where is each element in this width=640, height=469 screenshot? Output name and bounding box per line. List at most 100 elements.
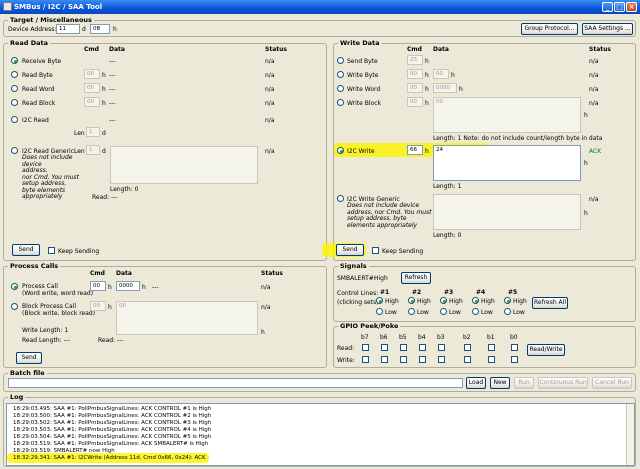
log-area[interactable]: 18:29:03.495: SAA #1: PollPmbusSignalLin… bbox=[6, 403, 635, 466]
read-byte-cmd-suffix: h bbox=[102, 72, 106, 79]
line-5-high-radio[interactable] bbox=[504, 297, 511, 304]
write-block-data[interactable]: 00 bbox=[433, 97, 581, 133]
close-button[interactable]: × bbox=[626, 2, 637, 12]
write-block-data-suffix: h bbox=[584, 112, 588, 119]
write-send-button[interactable]: Send bbox=[336, 244, 364, 256]
gpio-write-b5[interactable] bbox=[400, 356, 407, 363]
send-byte-cmd[interactable]: 23 bbox=[407, 55, 423, 65]
line-3-high-radio[interactable] bbox=[440, 297, 447, 304]
i2c-read-len-input[interactable]: 1 bbox=[86, 127, 100, 137]
cancel-run-button[interactable]: Cancel Run bbox=[592, 377, 632, 389]
signals-group: Signals SMBALERT#: High Refresh Control … bbox=[333, 262, 636, 322]
generic-len-input[interactable]: 1 bbox=[86, 145, 100, 155]
bc-data-area[interactable]: 00 bbox=[116, 301, 258, 335]
write-word-radio[interactable] bbox=[337, 85, 344, 92]
read-byte-radio[interactable] bbox=[11, 71, 18, 78]
minimize-button[interactable]: _ bbox=[602, 2, 613, 12]
write-byte-radio[interactable] bbox=[337, 71, 344, 78]
gpio-write-b1[interactable] bbox=[488, 356, 495, 363]
read-send-button[interactable]: Send bbox=[12, 244, 40, 256]
read-generic-data-area[interactable] bbox=[110, 146, 258, 184]
batch-new-button[interactable]: New bbox=[490, 377, 510, 389]
receive-byte-radio[interactable] bbox=[11, 57, 18, 64]
group-protocol-button[interactable]: Group Protocol... bbox=[521, 23, 578, 35]
read-length: Read Length: --- bbox=[22, 337, 71, 344]
line-2-low-radio[interactable] bbox=[408, 308, 415, 315]
refresh-button[interactable]: Refresh bbox=[401, 272, 431, 284]
write-word-data[interactable]: 0000 bbox=[433, 83, 457, 93]
gpio-write-label: Write: bbox=[337, 357, 355, 364]
line-4-high-radio[interactable] bbox=[472, 297, 479, 304]
gpio-write-b0[interactable] bbox=[511, 356, 518, 363]
write-byte-cmd[interactable]: 00 bbox=[407, 69, 423, 79]
gpio-b1: b1 bbox=[487, 334, 495, 341]
gpio-write-b4[interactable] bbox=[419, 356, 426, 363]
pc-data-input[interactable]: 0000 bbox=[116, 281, 140, 291]
read-block-radio[interactable] bbox=[11, 99, 18, 106]
i2c-read-radio[interactable] bbox=[11, 116, 18, 123]
gpio-read-b0[interactable] bbox=[511, 344, 518, 351]
gpio-read-b3[interactable] bbox=[438, 344, 445, 351]
i2c-write-radio[interactable] bbox=[337, 147, 344, 154]
write-word-cmd[interactable]: 00 bbox=[407, 83, 423, 93]
gpio-write-b3[interactable] bbox=[438, 356, 445, 363]
line-1-high-radio[interactable] bbox=[376, 297, 383, 304]
log-scrollbar[interactable] bbox=[626, 404, 634, 465]
process-send-button[interactable]: Send bbox=[16, 352, 42, 364]
i2c-write-cmd[interactable]: 66 bbox=[407, 145, 423, 155]
read-generic-length: Length: 0 bbox=[110, 186, 139, 193]
write-word-label: Write Word bbox=[347, 86, 381, 93]
i2c-read-generic-radio[interactable] bbox=[11, 147, 18, 154]
read-word-radio[interactable] bbox=[11, 85, 18, 92]
line-3-label: #3 bbox=[444, 289, 454, 296]
line-2-high-radio[interactable] bbox=[408, 297, 415, 304]
line-4-label: #4 bbox=[476, 289, 486, 296]
read-word-cmd[interactable]: 00 bbox=[84, 83, 100, 93]
line-4-low-radio[interactable] bbox=[472, 308, 479, 315]
read-byte-cmd[interactable]: 00 bbox=[84, 69, 100, 79]
read-byte-data: --- bbox=[109, 72, 116, 79]
gpio-read-b2[interactable] bbox=[464, 344, 471, 351]
process-call-label: Process Call bbox=[22, 283, 58, 290]
batch-file-input[interactable] bbox=[8, 378, 463, 388]
saa-settings-button[interactable]: SAA Settings ... bbox=[582, 23, 633, 35]
bc-cmd-input[interactable]: 00 bbox=[90, 301, 106, 311]
gpio-read-b4[interactable] bbox=[419, 344, 426, 351]
continuous-run-button[interactable]: Continuous Run bbox=[538, 377, 588, 389]
write-block-label: Write Block bbox=[347, 100, 381, 107]
read-keep-sending-checkbox[interactable] bbox=[48, 247, 55, 254]
i2c-write-generic-radio[interactable] bbox=[337, 195, 344, 202]
batch-run-button[interactable]: Run bbox=[514, 377, 534, 389]
line-5-low-radio[interactable] bbox=[504, 308, 511, 315]
write-generic-data[interactable] bbox=[433, 194, 581, 230]
line-3-low-radio[interactable] bbox=[440, 308, 447, 315]
send-byte-radio[interactable] bbox=[337, 57, 344, 64]
process-call-radio[interactable] bbox=[11, 283, 18, 290]
maximize-button[interactable]: □ bbox=[614, 2, 625, 12]
line-4-low-label: Low bbox=[481, 309, 493, 316]
line-1-low-radio[interactable] bbox=[376, 308, 383, 315]
gpio-read-b5[interactable] bbox=[400, 344, 407, 351]
write-block-radio[interactable] bbox=[337, 99, 344, 106]
batch-load-button[interactable]: Load bbox=[466, 377, 486, 389]
gpio-read-b1[interactable] bbox=[488, 344, 495, 351]
write-block-cmd[interactable]: 00 bbox=[407, 97, 423, 107]
bc-data-suffix: h bbox=[261, 329, 265, 336]
device-address-dec-input[interactable]: 11 bbox=[56, 24, 80, 34]
gpio-write-b6[interactable] bbox=[381, 356, 388, 363]
gpio-write-b7[interactable] bbox=[362, 356, 369, 363]
write-keep-sending-checkbox[interactable] bbox=[372, 247, 379, 254]
pc-cmd-suffix: h bbox=[108, 284, 112, 291]
read-write-button[interactable]: Read/Write bbox=[527, 344, 565, 356]
device-address-hex-input[interactable]: 0B bbox=[90, 24, 110, 34]
block-process-call-radio[interactable] bbox=[11, 303, 18, 310]
gpio-read-b7[interactable] bbox=[362, 344, 369, 351]
refresh-all-button[interactable]: Refresh All bbox=[532, 297, 568, 309]
gpio-write-b2[interactable] bbox=[464, 356, 471, 363]
pc-cmd-input[interactable]: 00 bbox=[90, 281, 106, 291]
write-byte-data[interactable]: 00 bbox=[433, 69, 449, 79]
app-icon bbox=[3, 2, 12, 11]
read-block-cmd[interactable]: 00 bbox=[84, 97, 100, 107]
gpio-read-b6[interactable] bbox=[381, 344, 388, 351]
i2c-write-data[interactable]: 24 bbox=[433, 145, 581, 181]
